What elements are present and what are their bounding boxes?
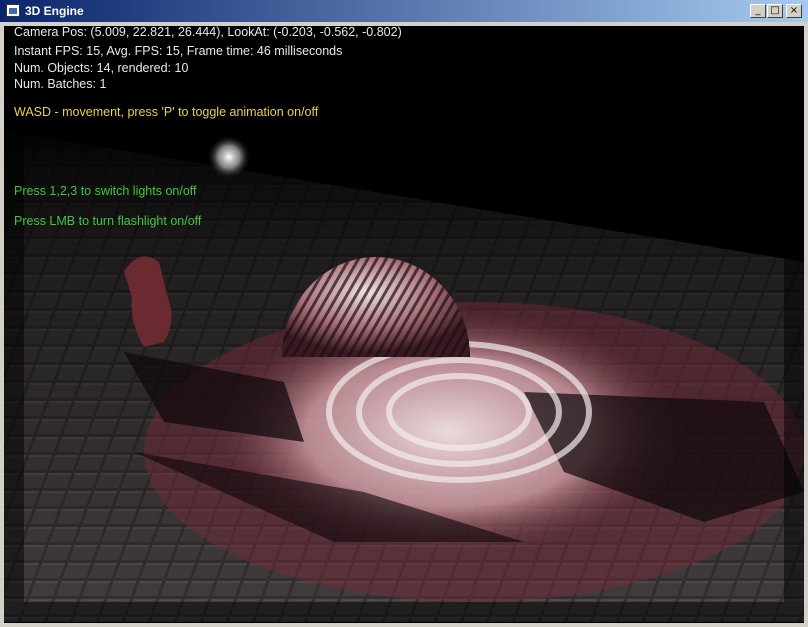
fps-info: Instant FPS: 15, Avg. FPS: 15, Frame tim… [14, 44, 343, 58]
window-title: 3D Engine [25, 4, 84, 18]
close-button[interactable]: × [786, 4, 802, 18]
movement-hint: WASD - movement, press 'P' to toggle ani… [14, 105, 319, 119]
objects-info: Num. Objects: 14, rendered: 10 [14, 61, 189, 75]
batches-info: Num. Batches: 1 [14, 77, 107, 91]
title-bar[interactable]: 3D Engine _ □ × [0, 0, 808, 22]
point-light [207, 135, 251, 179]
minimize-button[interactable]: _ [750, 4, 766, 18]
app-icon [6, 4, 20, 17]
app-window: 3D Engine _ □ × Camera Pos: (5.009, 22.8… [0, 0, 808, 627]
render-viewport[interactable]: Camera Pos: (5.009, 22.821, 26.444), Loo… [4, 22, 804, 622]
camera-info: Camera Pos: (5.009, 22.821, 26.444), Loo… [14, 25, 402, 39]
flashlight-hint: Press LMB to turn flashlight on/off [14, 214, 202, 228]
maximize-button[interactable]: □ [767, 4, 783, 18]
lights-hint: Press 1,2,3 to switch lights on/off [14, 184, 197, 198]
